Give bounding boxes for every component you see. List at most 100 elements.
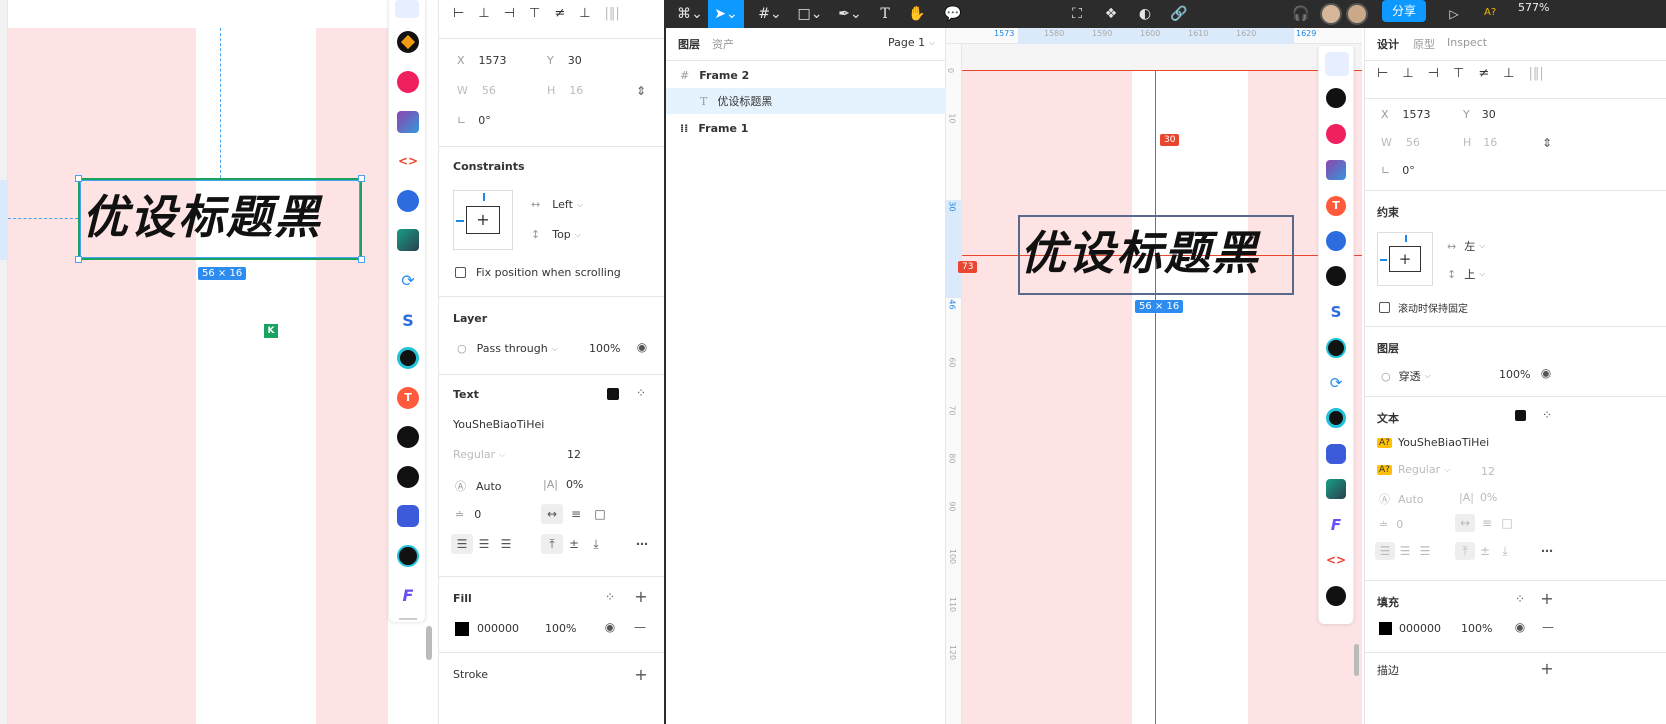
component-tool-icon[interactable]: ⛶ bbox=[1064, 0, 1090, 28]
canvas-selection-box[interactable]: 优设标题黑 bbox=[1018, 215, 1294, 295]
letter-spacing-field[interactable]: 0% bbox=[566, 478, 583, 491]
text-tool-icon[interactable]: T bbox=[872, 0, 898, 28]
paragraph-spacing-field[interactable]: 0 bbox=[1396, 518, 1403, 531]
canvas-headline-text[interactable]: 优设标题黑 bbox=[1020, 223, 1260, 283]
selection-box[interactable]: 优设标题黑 bbox=[75, 175, 365, 263]
text-styles-grid-icon[interactable]: ⁘ bbox=[1541, 408, 1553, 422]
missing-fonts-badge[interactable]: A? bbox=[1484, 7, 1496, 18]
plugin-t-icon[interactable]: T bbox=[397, 387, 419, 409]
main-menu-icon[interactable]: ⌘⌄ bbox=[672, 0, 708, 28]
blend-mode-dropdown[interactable]: Pass through bbox=[477, 342, 548, 355]
text-align-middle-icon[interactable]: ± bbox=[1475, 542, 1495, 560]
more-options-icon[interactable]: ⋯ bbox=[1537, 542, 1557, 560]
fill-hex-field[interactable]: 000000 bbox=[477, 622, 519, 635]
font-style-dropdown[interactable]: Regular bbox=[1398, 463, 1440, 476]
plugin-ghost-icon[interactable] bbox=[397, 505, 419, 527]
constrain-proportions-icon[interactable]: ⇕ bbox=[1541, 134, 1553, 152]
w-field[interactable]: 56 bbox=[1406, 136, 1420, 149]
page-selector[interactable]: Page 1 bbox=[888, 36, 925, 49]
align-top-icon[interactable]: ⊤ bbox=[529, 6, 540, 21]
plugin-s-icon[interactable]: S bbox=[397, 309, 419, 331]
h-field[interactable]: 16 bbox=[569, 84, 583, 97]
line-height-field[interactable]: Auto bbox=[476, 480, 502, 493]
text-styles-grid-icon[interactable]: ⁘ bbox=[635, 386, 647, 400]
audio-headphones-icon[interactable]: 🎧 bbox=[1288, 0, 1314, 28]
auto-height-icon[interactable]: ≡ bbox=[1477, 514, 1497, 532]
plugin-code-icon[interactable]: <> bbox=[397, 150, 419, 172]
align-right-icon[interactable]: ⊣ bbox=[504, 6, 515, 21]
align-right-icon[interactable]: ⊣ bbox=[1428, 66, 1439, 81]
plugin-figma-icon[interactable] bbox=[1326, 338, 1346, 358]
fill-styles-grid-icon[interactable]: ⁘ bbox=[603, 590, 617, 604]
plugin-sync-icon[interactable]: ⟳ bbox=[1326, 373, 1346, 393]
text-align-middle-icon[interactable]: ± bbox=[563, 534, 585, 554]
align-hcenter-icon[interactable]: ⊥ bbox=[1402, 66, 1413, 81]
move-tool-icon[interactable]: ➤⌄ bbox=[708, 0, 744, 28]
font-style-dropdown[interactable]: Regular bbox=[453, 448, 495, 461]
plugin-3d-icon[interactable] bbox=[1326, 479, 1346, 499]
frame-tool-icon[interactable]: #⌄ bbox=[752, 0, 788, 28]
constraint-v-dropdown[interactable]: Top bbox=[552, 228, 571, 241]
tab-inspect[interactable]: Inspect bbox=[1447, 36, 1487, 49]
plugin-home-icon[interactable] bbox=[1325, 52, 1349, 76]
fixed-size-icon[interactable]: □ bbox=[1497, 514, 1517, 532]
text-align-center-icon[interactable]: ☰ bbox=[473, 534, 495, 554]
fix-position-checkbox[interactable] bbox=[1379, 302, 1390, 313]
components-icon[interactable]: ❖ bbox=[1098, 0, 1124, 28]
plugin-scroll[interactable] bbox=[399, 618, 417, 620]
contrast-icon[interactable]: ◐ bbox=[1132, 0, 1158, 28]
align-vcenter-icon[interactable]: ≠ bbox=[554, 6, 565, 21]
plugin-sync-icon[interactable]: ⟳ bbox=[397, 269, 419, 291]
font-family-dropdown[interactable]: YouSheBiaoTiHei bbox=[453, 418, 544, 431]
layer-visibility-eye-icon[interactable]: ◉ bbox=[1539, 366, 1553, 380]
tab-prototype[interactable]: 原型 bbox=[1413, 36, 1435, 52]
link-icon[interactable]: 🔗 bbox=[1166, 0, 1192, 28]
share-button[interactable]: 分享 bbox=[1382, 0, 1426, 22]
font-family-dropdown[interactable]: YouSheBiaoTiHei bbox=[1398, 436, 1489, 449]
fill-color-swatch[interactable] bbox=[455, 622, 469, 636]
zoom-level[interactable]: 577% bbox=[1518, 1, 1549, 14]
text-align-left-icon[interactable]: ☰ bbox=[451, 534, 473, 554]
rotation-field[interactable]: 0° bbox=[1402, 164, 1415, 177]
letter-spacing-field[interactable]: 0% bbox=[1480, 491, 1497, 504]
plugin-f-icon[interactable]: F bbox=[1326, 515, 1346, 535]
constrain-proportions-icon[interactable]: ⇕ bbox=[635, 82, 647, 100]
left-scrollbar[interactable] bbox=[426, 626, 432, 660]
plugin-blue-cube-icon[interactable] bbox=[1326, 231, 1346, 251]
distribute-icon[interactable]: |‖| bbox=[1529, 66, 1544, 81]
layer-row[interactable]: ⁞⁞ Frame 1 bbox=[666, 115, 946, 141]
fixed-size-icon[interactable]: □ bbox=[589, 504, 611, 524]
main-canvas[interactable]: 1573 1580 1590 1600 1610 1620 1629 0 10 … bbox=[946, 28, 1362, 724]
layer-visibility-eye-icon[interactable]: ◉ bbox=[635, 340, 649, 354]
constraint-v-dropdown[interactable]: 上 bbox=[1464, 266, 1475, 282]
align-top-icon[interactable]: ⊤ bbox=[1453, 66, 1464, 81]
x-field[interactable]: 1573 bbox=[1403, 108, 1431, 121]
auto-width-icon[interactable]: ↔ bbox=[1455, 514, 1475, 532]
plugin-blue-cube-icon[interactable] bbox=[397, 190, 419, 212]
plugin-z-icon[interactable] bbox=[1326, 586, 1346, 606]
fill-opacity-field[interactable]: 100% bbox=[545, 622, 576, 635]
right-scrollbar[interactable] bbox=[1354, 644, 1359, 676]
auto-width-icon[interactable]: ↔ bbox=[541, 504, 563, 524]
canvas-headline-text[interactable]: 优设标题黑 bbox=[82, 188, 322, 246]
left-canvas[interactable]: 优设标题黑 56 × 16 K bbox=[0, 0, 388, 724]
plugin-eye-icon[interactable] bbox=[397, 347, 419, 369]
align-hcenter-icon[interactable]: ⊥ bbox=[478, 6, 489, 21]
plugin-t-icon[interactable]: T bbox=[1326, 196, 1346, 216]
hand-tool-icon[interactable]: ✋ bbox=[904, 0, 930, 28]
plugin-pink-icon[interactable] bbox=[1326, 124, 1346, 144]
text-style-icon[interactable] bbox=[1515, 410, 1526, 421]
text-align-right-icon[interactable]: ☰ bbox=[495, 534, 517, 554]
fill-visibility-eye-icon[interactable]: ◉ bbox=[603, 620, 617, 634]
add-stroke-icon[interactable]: + bbox=[633, 665, 649, 684]
text-align-bottom-icon[interactable]: ⤓ bbox=[585, 534, 607, 554]
pen-tool-icon[interactable]: ✒⌄ bbox=[832, 0, 868, 28]
plugin-code-icon[interactable]: <> bbox=[1326, 550, 1346, 570]
tab-assets[interactable]: 资产 bbox=[712, 36, 734, 52]
plugin-ghost-icon[interactable] bbox=[1326, 444, 1346, 464]
layer-row-selected[interactable]: T 优设标题黑 bbox=[666, 88, 946, 114]
layer-opacity-field[interactable]: 100% bbox=[1499, 368, 1530, 381]
fill-visibility-eye-icon[interactable]: ◉ bbox=[1513, 620, 1527, 634]
fix-position-checkbox[interactable] bbox=[455, 267, 466, 278]
align-vcenter-icon[interactable]: ≠ bbox=[1478, 66, 1489, 81]
